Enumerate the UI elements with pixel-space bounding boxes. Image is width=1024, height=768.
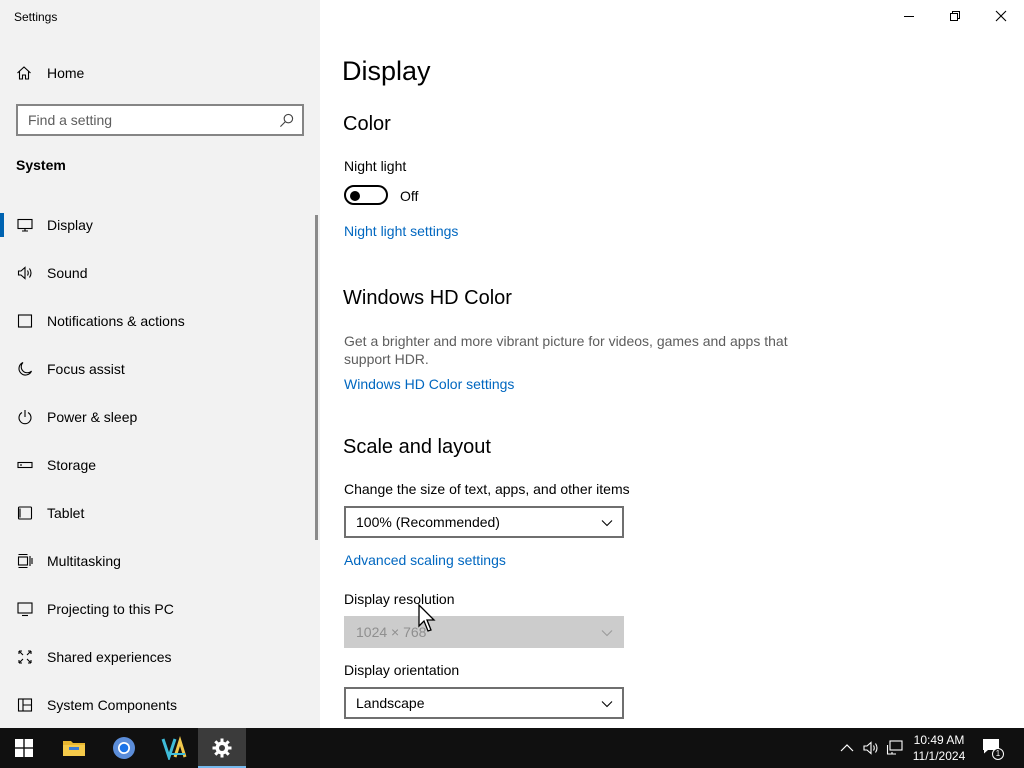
- shared-experiences-icon: [17, 649, 33, 665]
- volume-icon[interactable]: [862, 739, 880, 757]
- chrome-icon: [113, 737, 135, 759]
- clock-time: 10:49 AM: [913, 733, 965, 747]
- notification-icon: [17, 313, 33, 329]
- resolution-dropdown[interactable]: 1024 × 768: [344, 616, 624, 648]
- sidebar-nav: Display Sound Notifications & actions Fo…: [0, 201, 320, 729]
- sidebar-item-sound[interactable]: Sound: [0, 249, 320, 297]
- notification-count-badge: 1: [992, 748, 1004, 760]
- scale-value: 100% (Recommended): [356, 514, 500, 530]
- toggle-knob: [350, 191, 360, 201]
- orientation-value: Landscape: [356, 695, 425, 711]
- scale-label: Change the size of text, apps, and other…: [344, 481, 630, 497]
- sidebar-item-multitasking[interactable]: Multitasking: [0, 537, 320, 585]
- app-title: Settings: [14, 10, 58, 24]
- home-label: Home: [47, 65, 85, 81]
- sidebar-item-display[interactable]: Display: [0, 201, 320, 249]
- taskbar: 10:49 AM 11/1/2024 1: [0, 728, 1024, 768]
- chevron-up-icon[interactable]: [838, 739, 856, 757]
- sidebar-item-label: Projecting to this PC: [47, 601, 174, 617]
- sidebar-item-notifications[interactable]: Notifications & actions: [0, 297, 320, 345]
- sidebar-item-label: System Components: [47, 697, 177, 713]
- sidebar-item-power-sleep[interactable]: Power & sleep: [0, 393, 320, 441]
- search-box[interactable]: Find a setting: [16, 104, 304, 136]
- storage-icon: [17, 457, 33, 473]
- monitor-icon: [17, 217, 33, 233]
- hd-color-description: Get a brighter and more vibrant picture …: [344, 333, 788, 367]
- orientation-dropdown[interactable]: Landscape: [344, 687, 624, 719]
- chevron-down-icon: [601, 630, 613, 637]
- multitasking-icon: [17, 553, 33, 569]
- taskbar-app-va[interactable]: [150, 728, 198, 768]
- sidebar-item-focus-assist[interactable]: Focus assist: [0, 345, 320, 393]
- sidebar-item-label: Storage: [47, 457, 97, 473]
- restore-button[interactable]: [932, 0, 978, 32]
- orientation-label: Display orientation: [344, 662, 460, 678]
- sidebar-item-projecting[interactable]: Projecting to this PC: [0, 585, 320, 633]
- sidebar-item-label: Multitasking: [47, 553, 121, 569]
- sidebar-item-label: Shared experiences: [47, 649, 172, 665]
- close-icon: [995, 10, 1007, 22]
- sidebar-item-shared-experiences[interactable]: Shared experiences: [0, 633, 320, 681]
- minimize-button[interactable]: [886, 0, 932, 32]
- minimize-icon: [904, 16, 914, 17]
- scale-dropdown[interactable]: 100% (Recommended): [344, 506, 624, 538]
- speaker-icon: [17, 265, 33, 281]
- sidebar-scrollbar[interactable]: [315, 215, 318, 540]
- home-icon: [17, 66, 31, 80]
- restore-icon: [950, 11, 960, 21]
- night-light-state: Off: [400, 188, 419, 204]
- start-button[interactable]: [0, 728, 48, 768]
- system-components-icon: [17, 697, 33, 713]
- sidebar-item-tablet[interactable]: Tablet: [0, 489, 320, 537]
- night-light-settings-link[interactable]: Night light settings: [344, 223, 458, 239]
- taskbar-clock[interactable]: 10:49 AM 11/1/2024: [906, 732, 972, 764]
- search-placeholder[interactable]: Find a setting: [28, 112, 112, 128]
- action-center-button[interactable]: 1: [982, 738, 1004, 760]
- sidebar-item-storage[interactable]: Storage: [0, 441, 320, 489]
- sidebar-item-label: Display: [47, 217, 93, 233]
- projecting-icon: [17, 601, 33, 617]
- night-light-toggle[interactable]: [344, 185, 388, 205]
- resolution-value: 1024 × 768: [356, 624, 427, 640]
- clock-date: 11/1/2024: [912, 749, 966, 763]
- home-link[interactable]: Home: [16, 62, 84, 84]
- scale-layout-heading: Scale and layout: [343, 436, 491, 458]
- folder-icon: [63, 741, 85, 756]
- sidebar-item-label: Focus assist: [47, 361, 125, 377]
- advanced-scaling-link[interactable]: Advanced scaling settings: [344, 552, 506, 568]
- sidebar-item-system-components[interactable]: System Components: [0, 681, 320, 729]
- sidebar-item-label: Power & sleep: [47, 409, 138, 425]
- night-light-label: Night light: [344, 158, 407, 174]
- sidebar-item-label: Sound: [47, 265, 88, 281]
- hd-color-settings-link[interactable]: Windows HD Color settings: [344, 376, 514, 392]
- chevron-down-icon: [601, 701, 613, 708]
- windows-logo-icon: [15, 739, 33, 757]
- page-title: Display: [342, 56, 431, 86]
- sidebar: Settings Home Find a setting System Disp…: [0, 0, 320, 728]
- section-title: System: [16, 157, 66, 173]
- sidebar-item-label: Notifications & actions: [47, 313, 185, 329]
- chevron-down-icon: [601, 520, 613, 527]
- tablet-icon: [17, 505, 33, 521]
- va-app-icon: [161, 736, 187, 760]
- network-icon[interactable]: [886, 739, 904, 757]
- taskbar-chrome[interactable]: [100, 728, 148, 768]
- taskbar-settings[interactable]: [198, 728, 246, 768]
- mouse-cursor-icon: [418, 604, 436, 632]
- close-button[interactable]: [978, 0, 1024, 32]
- search-icon[interactable]: [279, 113, 294, 128]
- color-heading: Color: [343, 113, 391, 135]
- gear-icon: [212, 738, 232, 758]
- moon-icon: [17, 361, 33, 377]
- taskbar-file-explorer[interactable]: [50, 728, 98, 768]
- power-icon: [17, 409, 33, 425]
- hd-color-heading: Windows HD Color: [343, 287, 512, 309]
- sidebar-item-label: Tablet: [47, 505, 85, 521]
